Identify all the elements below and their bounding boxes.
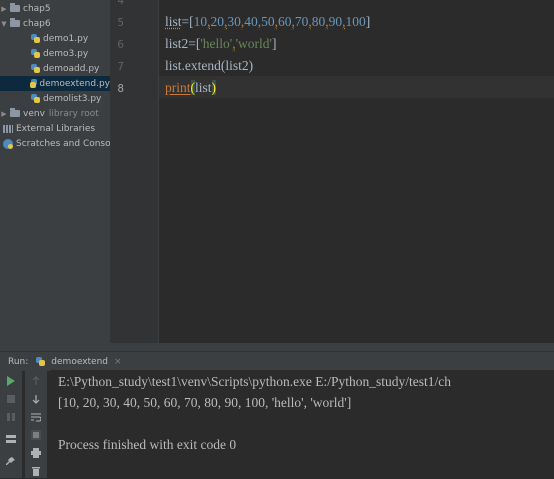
library-icon bbox=[3, 124, 13, 133]
restore-layout-icon[interactable] bbox=[6, 434, 16, 444]
tree-item-demolist3[interactable]: demolist3.py bbox=[0, 91, 101, 106]
code-line-7: list.extend(list2) bbox=[165, 58, 254, 73]
tree-item-chap5[interactable]: ▶ chap5 bbox=[0, 1, 51, 16]
rerun-icon[interactable] bbox=[6, 376, 16, 386]
python-file-icon bbox=[31, 34, 40, 43]
console-line: Process finished with exit code 0 bbox=[58, 437, 237, 452]
code-editor[interactable]: list=[10,20,30,40,50,60,70,80,90,100] li… bbox=[159, 0, 554, 343]
pause-icon[interactable] bbox=[6, 412, 16, 422]
panel-divider[interactable] bbox=[0, 343, 554, 351]
tree-item-label: demoadd.py bbox=[43, 63, 100, 74]
tree-item-demoextend[interactable]: demoextend.py bbox=[0, 76, 110, 91]
arrow-up-icon[interactable] bbox=[31, 376, 41, 386]
tree-item-label: chap5 bbox=[23, 3, 51, 14]
line-number-current: 8 bbox=[117, 82, 124, 95]
scratch-icon bbox=[3, 138, 13, 149]
print-icon[interactable] bbox=[31, 448, 41, 458]
python-file-icon bbox=[31, 64, 40, 73]
editor-gutter: 4 5 6 7 8 bbox=[110, 0, 159, 343]
tree-item-venv[interactable]: ▶ venv library root bbox=[0, 106, 99, 121]
console-line: [10, 20, 30, 40, 50, 60, 70, 80, 90, 100… bbox=[58, 395, 352, 410]
chevron-down-icon[interactable]: ▼ bbox=[0, 20, 8, 28]
stop-icon[interactable] bbox=[6, 394, 16, 404]
tree-item-scratches[interactable]: Scratches and Consoles bbox=[0, 136, 110, 151]
project-tree: ▶ chap5 ▼ chap6 demo1.py demo3.py demoad… bbox=[0, 0, 110, 343]
line-number: 7 bbox=[117, 60, 124, 73]
tree-item-label: Scratches and Consoles bbox=[16, 138, 110, 149]
tree-item-label: venv bbox=[23, 108, 45, 119]
tree-item-demoadd[interactable]: demoadd.py bbox=[0, 61, 99, 76]
trash-icon[interactable] bbox=[31, 466, 41, 476]
line-number: 5 bbox=[117, 16, 124, 29]
tree-item-external-libraries[interactable]: External Libraries bbox=[0, 121, 95, 136]
run-tab-label: demoextend bbox=[51, 356, 109, 367]
run-tab-demoextend[interactable]: demoextend × bbox=[36, 356, 122, 367]
run-toolbar-left bbox=[0, 370, 22, 478]
run-label: Run: bbox=[8, 356, 29, 367]
code-line-8: print(list) bbox=[165, 80, 217, 95]
python-file-icon bbox=[31, 94, 40, 103]
python-file-icon bbox=[31, 49, 40, 58]
close-icon[interactable]: × bbox=[114, 357, 122, 367]
folder-icon bbox=[10, 3, 20, 12]
pin-icon[interactable] bbox=[6, 456, 16, 466]
tree-item-label: demo3.py bbox=[43, 48, 89, 59]
tree-item-label: demolist3.py bbox=[43, 93, 102, 104]
tree-item-demo3[interactable]: demo3.py bbox=[0, 46, 88, 61]
line-number: 6 bbox=[117, 38, 124, 51]
tree-item-label: External Libraries bbox=[16, 123, 96, 134]
console-line: E:\Python_study\test1\venv\Scripts\pytho… bbox=[58, 374, 451, 389]
folder-icon bbox=[10, 18, 20, 27]
tree-item-label: chap6 bbox=[23, 18, 51, 29]
run-toolbar-right bbox=[25, 370, 47, 478]
line-number: 4 bbox=[117, 0, 124, 7]
code-line-5: list=[10,20,30,40,50,60,70,80,90,100] bbox=[165, 14, 371, 29]
run-console-output[interactable]: E:\Python_study\test1\venv\Scripts\pytho… bbox=[50, 370, 554, 478]
python-file-icon bbox=[30, 79, 38, 88]
arrow-down-icon[interactable] bbox=[31, 394, 41, 404]
chevron-right-icon[interactable]: ▶ bbox=[0, 5, 8, 13]
tree-item-label: demo1.py bbox=[43, 33, 89, 44]
folder-icon bbox=[10, 108, 20, 117]
code-line-6: list2=['hello','world'] bbox=[165, 36, 277, 51]
tree-item-chap6[interactable]: ▼ chap6 bbox=[0, 16, 51, 31]
current-line-highlight bbox=[159, 76, 554, 98]
tree-item-demo1[interactable]: demo1.py bbox=[0, 31, 88, 46]
soft-wrap-icon[interactable] bbox=[31, 412, 42, 422]
scroll-to-end-icon[interactable] bbox=[31, 430, 41, 440]
python-file-icon bbox=[36, 357, 46, 366]
tree-item-label: demoextend.py bbox=[39, 78, 110, 89]
library-root-hint: library root bbox=[48, 108, 99, 119]
chevron-right-icon[interactable]: ▶ bbox=[0, 110, 8, 118]
run-panel-header: Run: demoextend × bbox=[0, 351, 554, 371]
